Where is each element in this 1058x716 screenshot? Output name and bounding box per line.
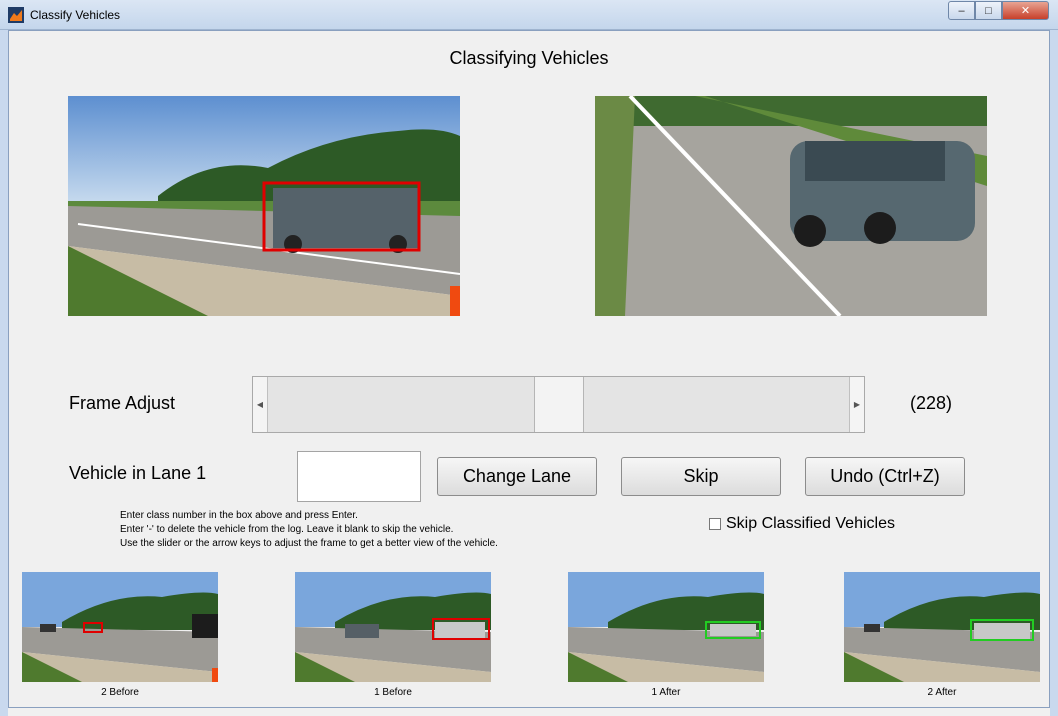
current-frame-image (68, 96, 460, 316)
matlab-icon (8, 7, 24, 23)
frame-number: (228) (910, 393, 953, 413)
window-frame-left (0, 30, 8, 716)
thumbnail-caption: 2 Before (101, 687, 139, 698)
instruction-line: Enter '-' to delete the vehicle from the… (120, 524, 454, 535)
frame-slider[interactable]: ◀ ▶ (252, 376, 865, 433)
slider-thumb[interactable] (533, 377, 584, 432)
lane-label: Vehicle in Lane 1 (69, 463, 207, 483)
minimize-button[interactable]: – (948, 1, 975, 20)
page-title: Classifying Vehicles (449, 48, 609, 68)
skip-classified-checkbox[interactable]: Skip Classified Vehicles (709, 515, 895, 533)
close-button[interactable]: ✕ (1002, 1, 1049, 20)
thumbnail-caption: 2 After (927, 687, 957, 698)
instruction-line: Enter class number in the box above and … (120, 510, 358, 521)
thumbnail-caption: 1 Before (374, 687, 412, 698)
skip-button[interactable]: Skip (621, 457, 781, 496)
maximize-button[interactable]: □ (975, 1, 1002, 20)
thumbnail-2-after (844, 572, 1040, 682)
checkbox-box[interactable] (709, 518, 721, 530)
instruction-line: Use the slider or the arrow keys to adju… (120, 538, 498, 549)
minimize-icon: – (958, 4, 965, 17)
window-title: Classify Vehicles (30, 8, 121, 22)
window-frame-right (1050, 30, 1058, 716)
title-bar: Classify Vehicles – □ ✕ (0, 0, 1058, 30)
skip-classified-label: Skip Classified Vehicles (726, 515, 895, 532)
slider-left-arrow-icon[interactable]: ◀ (253, 377, 268, 432)
class-number-input[interactable] (297, 451, 421, 502)
change-lane-button[interactable]: Change Lane (437, 457, 597, 496)
instructions: Enter class number in the box above and … (120, 509, 498, 551)
thumbnail-1-after (568, 572, 764, 682)
thumbnail-caption: 1 After (651, 687, 681, 698)
undo-button[interactable]: Undo (Ctrl+Z) (805, 457, 965, 496)
close-icon: ✕ (1020, 5, 1031, 17)
slider-right-arrow-icon[interactable]: ▶ (849, 377, 864, 432)
maximize-icon: □ (985, 4, 992, 17)
thumbnail-1-before (295, 572, 491, 682)
frame-adjust-label: Frame Adjust (69, 393, 176, 413)
thumbnail-2-before (22, 572, 218, 682)
zoomed-vehicle-image (595, 96, 987, 316)
